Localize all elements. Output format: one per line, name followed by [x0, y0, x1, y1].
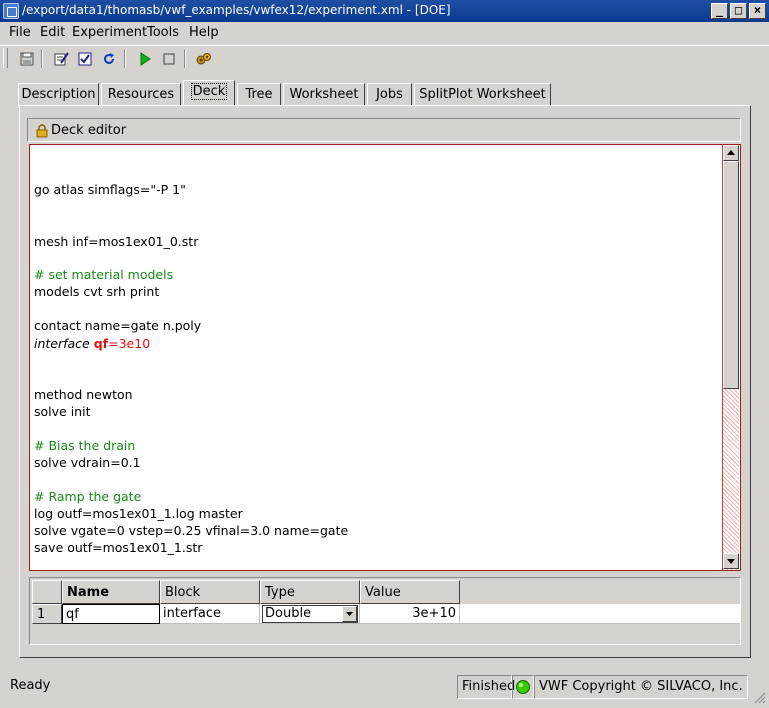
window-title: /export/data1/thomasb/vwf_examples/vwfex…: [22, 3, 451, 17]
refresh-icon[interactable]: [98, 48, 120, 70]
editor-scrollbar[interactable]: [722, 145, 739, 570]
tab-tree[interactable]: Tree: [237, 83, 281, 106]
toolbar-grip[interactable]: [3, 48, 8, 68]
tab-bar: Description Resources Deck Tree Workshee…: [0, 80, 769, 106]
deck-line: go atlas simflags="-P 1": [34, 182, 186, 197]
deck-comment-line: # Ramp the gate: [34, 489, 142, 504]
deck-line: contact name=gate n.poly: [34, 318, 202, 333]
menu-experiment[interactable]: Experiment: [72, 25, 147, 40]
menu-file[interactable]: File: [9, 25, 31, 40]
parameter-value[interactable]: 3e10: [119, 336, 151, 351]
status-ready: Ready: [10, 678, 51, 693]
app-icon[interactable]: [3, 3, 19, 19]
tools-icon[interactable]: [193, 48, 215, 70]
stop-icon[interactable]: [158, 48, 180, 70]
status-indicator-icon: [512, 675, 534, 699]
menu-tools[interactable]: Tools: [147, 25, 179, 40]
parameter-equals: =: [108, 336, 119, 351]
deck-comment-line: # set material models: [34, 267, 174, 282]
row-header-corner: [32, 580, 62, 604]
tab-description[interactable]: Description: [18, 83, 99, 106]
deck-line: solve vgate=0 vstep=0.25 vfinal=3.0 name…: [34, 523, 349, 538]
edit-icon[interactable]: [50, 48, 72, 70]
deck-line: save outf=mos1ex01_1.str: [34, 540, 203, 555]
tab-jobs[interactable]: Jobs: [367, 83, 412, 106]
column-header-value[interactable]: Value: [360, 580, 460, 604]
tab-splitplot-worksheet[interactable]: SplitPlot Worksheet: [414, 83, 551, 106]
tab-resources[interactable]: Resources: [101, 83, 181, 106]
type-select-value: Double: [265, 606, 312, 621]
interface-keyword: interface: [34, 336, 94, 351]
table-empty-area: [460, 604, 740, 624]
toolbar: [0, 45, 769, 71]
parameter-name[interactable]: qf: [94, 336, 108, 351]
deck-editor-title: Deck editor: [51, 123, 127, 138]
check-icon[interactable]: [74, 48, 96, 70]
row-index[interactable]: 1: [32, 604, 62, 624]
column-header-block[interactable]: Block: [160, 580, 260, 604]
deck-editor-text[interactable]: go atlas simflags="-P 1" mesh inf=mos1ex…: [29, 144, 741, 571]
cell-block[interactable]: interface: [160, 604, 260, 624]
deck-comment-line: # Bias the drain: [34, 438, 136, 453]
resize-grip-icon[interactable]: [752, 690, 766, 704]
deck-interface-line: interface qf=3e10: [34, 336, 150, 351]
type-select[interactable]: Double: [262, 605, 358, 623]
cell-value[interactable]: 3e+10: [360, 604, 460, 624]
deck-line: models cvt srh print: [34, 284, 160, 299]
deck-line: method newton: [34, 387, 133, 402]
scroll-down-button[interactable]: [723, 553, 739, 569]
deck-line: solve vdrain=0.1: [34, 455, 141, 470]
close-button[interactable]: ×: [749, 3, 766, 19]
toolbar-separator: [124, 49, 126, 68]
deck-editor-header: Deck editor: [27, 118, 741, 142]
save-icon[interactable]: [16, 48, 38, 70]
column-header-name[interactable]: Name: [62, 580, 160, 604]
status-bar: Ready Finished VWF Copyright © SILVACO, …: [0, 670, 769, 706]
deck-line: solve init: [34, 404, 91, 419]
tab-worksheet[interactable]: Worksheet: [283, 83, 365, 106]
status-finished: Finished: [457, 675, 515, 699]
scroll-thumb[interactable]: [723, 161, 739, 389]
deck-line: log outf=mos1ex01_1.log master: [34, 506, 243, 521]
cell-name[interactable]: qf: [62, 604, 160, 624]
status-copyright: VWF Copyright © SILVACO, Inc.: [534, 675, 748, 699]
title-bar: /export/data1/thomasb/vwf_examples/vwfex…: [0, 0, 769, 22]
lock-icon[interactable]: [36, 124, 48, 142]
tab-deck[interactable]: Deck: [183, 80, 235, 106]
menu-bar: File Edit Experiment Tools Help: [0, 22, 769, 44]
scroll-up-button[interactable]: [723, 145, 739, 161]
run-icon[interactable]: [134, 48, 156, 70]
parameter-table: Name Block Type Value 1 qf interface Dou…: [29, 577, 741, 645]
menu-help[interactable]: Help: [189, 25, 219, 40]
column-header-type[interactable]: Type: [260, 580, 360, 604]
deck-line: mesh inf=mos1ex01_0.str: [34, 234, 199, 249]
maximize-button[interactable]: □: [730, 3, 747, 19]
minimize-button[interactable]: _: [711, 3, 728, 19]
menu-edit[interactable]: Edit: [40, 25, 65, 40]
chevron-down-icon[interactable]: [342, 606, 357, 622]
toolbar-separator: [184, 49, 186, 68]
toolbar-separator: [41, 49, 43, 68]
